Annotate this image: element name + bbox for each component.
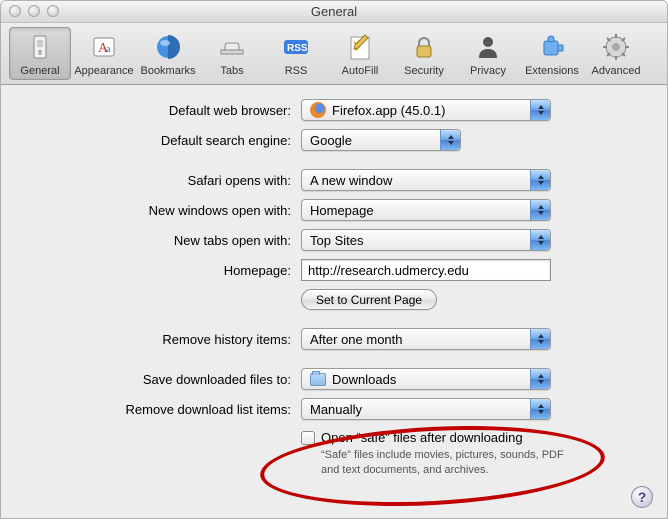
opens-with-select[interactable]: A new window	[301, 169, 551, 191]
folder-icon	[310, 373, 326, 386]
rss-icon: RSS	[280, 31, 312, 63]
toolbar-tab-privacy[interactable]: Privacy	[457, 27, 519, 80]
updown-icon	[530, 399, 550, 419]
toolbar-tab-rss[interactable]: RSS RSS	[265, 27, 327, 80]
general-pane: Default web browser: Firefox.app (45.0.1…	[1, 85, 667, 518]
zoom-window-button[interactable]	[47, 5, 59, 17]
bookmarks-icon	[152, 31, 184, 63]
default-search-select[interactable]: Google	[301, 129, 461, 151]
titlebar: General	[1, 1, 667, 23]
open-safe-files-checkbox[interactable]	[301, 431, 315, 445]
toolbar-tab-tabs[interactable]: Tabs	[201, 27, 263, 80]
svg-text:a: a	[106, 44, 111, 55]
tabs-icon	[216, 31, 248, 63]
label-new-tabs: New tabs open with:	[31, 233, 301, 248]
default-browser-select[interactable]: Firefox.app (45.0.1)	[301, 99, 551, 121]
label-save-downloads: Save downloaded files to:	[31, 372, 301, 387]
open-safe-files-note: “Safe” files include movies, pictures, s…	[321, 448, 581, 478]
close-window-button[interactable]	[9, 5, 21, 17]
updown-icon	[530, 329, 550, 349]
appearance-icon: Aa	[88, 31, 120, 63]
label-remove-downloads: Remove download list items:	[31, 402, 301, 417]
toolbar-tab-extensions[interactable]: Extensions	[521, 27, 583, 80]
label-remove-history: Remove history items:	[31, 332, 301, 347]
toolbar-tab-general[interactable]: General	[9, 27, 71, 80]
toolbar-tab-appearance[interactable]: Aa Appearance	[73, 27, 135, 80]
open-safe-files-label: Open “safe” files after downloading	[321, 430, 581, 445]
toolbar-tab-autofill[interactable]: AutoFill	[329, 27, 391, 80]
toolbar-tab-security[interactable]: Security	[393, 27, 455, 80]
new-tabs-select[interactable]: Top Sites	[301, 229, 551, 251]
updown-icon	[440, 130, 460, 150]
save-downloads-select[interactable]: Downloads	[301, 368, 551, 390]
label-default-search: Default search engine:	[31, 133, 301, 148]
label-new-windows: New windows open with:	[31, 203, 301, 218]
window-controls	[9, 5, 59, 17]
toolbar-tab-bookmarks[interactable]: Bookmarks	[137, 27, 199, 80]
label-opens-with: Safari opens with:	[31, 173, 301, 188]
autofill-icon	[344, 31, 376, 63]
svg-text:RSS: RSS	[287, 43, 308, 54]
security-icon	[408, 31, 440, 63]
extensions-icon	[536, 31, 568, 63]
preferences-window: General General Aa Appearance Bookmarks …	[0, 0, 668, 519]
homepage-input[interactable]	[301, 259, 551, 281]
window-title: General	[311, 4, 357, 19]
updown-icon	[530, 369, 550, 389]
remove-downloads-select[interactable]: Manually	[301, 398, 551, 420]
general-icon	[24, 31, 56, 63]
label-homepage: Homepage:	[31, 263, 301, 278]
remove-history-select[interactable]: After one month	[301, 328, 551, 350]
updown-icon	[530, 200, 550, 220]
help-icon: ?	[638, 489, 647, 505]
set-current-page-button[interactable]: Set to Current Page	[301, 289, 437, 310]
updown-icon	[530, 170, 550, 190]
privacy-icon	[472, 31, 504, 63]
firefox-icon	[310, 102, 326, 118]
updown-icon	[530, 230, 550, 250]
label-default-browser: Default web browser:	[31, 103, 301, 118]
toolbar-tab-advanced[interactable]: Advanced	[585, 27, 647, 80]
new-windows-select[interactable]: Homepage	[301, 199, 551, 221]
updown-icon	[530, 100, 550, 120]
preferences-toolbar: General Aa Appearance Bookmarks Tabs RSS…	[1, 23, 667, 85]
minimize-window-button[interactable]	[28, 5, 40, 17]
advanced-icon	[600, 31, 632, 63]
help-button[interactable]: ?	[631, 486, 653, 508]
